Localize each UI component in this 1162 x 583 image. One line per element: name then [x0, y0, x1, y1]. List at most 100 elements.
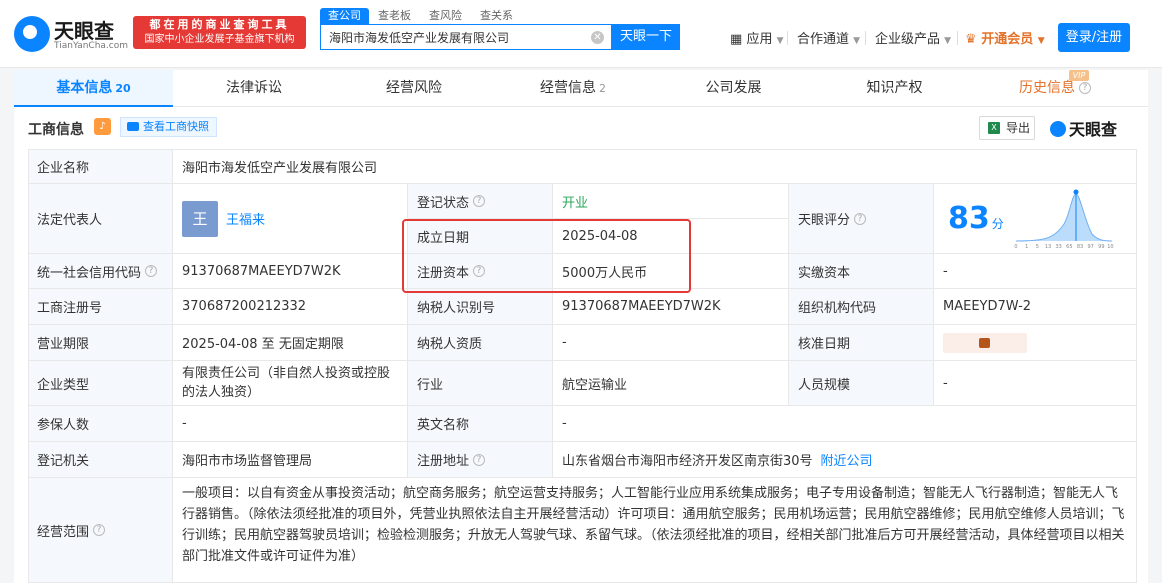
search-box: ✕: [320, 24, 612, 50]
label-approve-date: 核准日期: [789, 325, 934, 361]
section-tabs: 基本信息 20 法律诉讼 经营风险 经营信息 2 公司发展 知识产权 历史信息? V…: [14, 70, 1148, 107]
clear-icon[interactable]: ✕: [591, 31, 604, 44]
label-insured: 参保人数: [28, 406, 173, 442]
bell-icon[interactable]: ♪: [94, 118, 111, 135]
nav-vip[interactable]: ♛ 开通会员 ▼: [965, 28, 1045, 47]
nav-enterprise[interactable]: 企业级产品 ▼: [875, 28, 951, 47]
tab-label: 知识产权: [866, 80, 923, 96]
value-insured: -: [173, 406, 408, 442]
help-icon[interactable]: ?: [93, 524, 106, 536]
chart-tick-label: 33: [1055, 244, 1061, 249]
crown-icon: ♛: [965, 32, 977, 47]
nav-divider: [787, 31, 788, 45]
nav-enterprise-label: 企业级产品: [875, 32, 941, 47]
credit-label-text: 统一社会信用代码: [37, 265, 142, 281]
help-icon[interactable]: ?: [473, 195, 486, 207]
rating-score: 83: [948, 201, 990, 236]
chart-tick-label: 1: [1025, 244, 1028, 249]
tab-basic-info[interactable]: 基本信息 20: [14, 70, 173, 107]
highlight-box: [402, 219, 691, 293]
value-term: 2025-04-08 至 无固定期限: [173, 325, 408, 361]
help-icon[interactable]: ?: [473, 453, 486, 466]
value-staff-size: -: [934, 361, 1137, 406]
export-button[interactable]: X 导出: [979, 116, 1035, 140]
excel-icon: X: [988, 122, 1000, 134]
tab-label: 公司发展: [705, 80, 762, 96]
label-english-name: 英文名称: [408, 406, 553, 442]
locked-vip-field[interactable]: [943, 332, 1027, 353]
distribution-area: [1015, 193, 1112, 241]
value-approve-date: [934, 325, 1137, 361]
tab-risk[interactable]: 经营风险: [335, 70, 493, 107]
snapshot-button[interactable]: 查看工商快照: [120, 117, 217, 137]
search-tab-relation[interactable]: 查关系: [471, 8, 522, 24]
banner-line1: 都在用的商业查询工具: [149, 18, 290, 31]
tab-development[interactable]: 公司发展: [653, 70, 814, 107]
label-rating: 天眼评分?: [789, 184, 934, 254]
nav-apps[interactable]: ▦ 应用 ▼: [730, 28, 784, 47]
promo-banner[interactable]: 都在用的商业查询工具 国家中小企业发展子基金旗下机构: [133, 16, 306, 49]
nav-partner-label: 合作通道: [797, 32, 850, 47]
nav-vip-label: 开通会员: [981, 32, 1034, 47]
chevron-down-icon: ▼: [944, 36, 952, 46]
label-company-name: 企业名称: [28, 149, 173, 184]
chart-tick-label: 97: [1087, 244, 1093, 249]
section-title: 工商信息: [28, 122, 84, 138]
chart-tick-label: 5: [1036, 244, 1039, 249]
address-label-text: 注册地址: [417, 454, 470, 469]
logo-domain: TianYanCha.com: [54, 41, 129, 51]
chart-tick-label: 0: [1014, 244, 1017, 249]
value-company-name: 海阳市海发低空产业发展有限公司: [173, 149, 1137, 184]
search-button[interactable]: 天眼一下: [612, 24, 680, 50]
avatar[interactable]: 王: [182, 200, 218, 237]
help-icon[interactable]: ?: [854, 212, 867, 225]
value-scope: 一般项目：以自有资金从事投资活动；航空商务服务；航空运营支持服务；人工智能行业应…: [173, 478, 1137, 583]
rating-cell[interactable]: 83 分 0 1 5 13 33 65 83 97 99100: [934, 184, 1137, 254]
banner-line2: 国家中小企业发展子基金旗下机构: [144, 34, 295, 45]
value-reg-number: 370687200212332: [173, 289, 408, 325]
help-icon[interactable]: ?: [145, 265, 158, 277]
legal-rep-link[interactable]: 王福来: [226, 209, 265, 228]
tab-legal[interactable]: 法律诉讼: [173, 70, 335, 107]
eye-logo-icon: [14, 16, 50, 52]
label-authority: 登记机关: [28, 442, 173, 478]
nav-divider: [957, 31, 958, 45]
search-tab-boss[interactable]: 查老板: [369, 8, 420, 24]
search-tab-company[interactable]: 查公司: [320, 8, 369, 24]
status-label-text: 登记状态: [417, 195, 470, 211]
tab-ip[interactable]: 知识产权: [814, 70, 975, 107]
search-tab-risk[interactable]: 查风险: [420, 8, 471, 24]
value-paid-capital: -: [934, 254, 1137, 289]
rating-label-text: 天眼评分: [798, 213, 851, 228]
nav-divider: [865, 31, 866, 45]
scope-label-text: 经营范围: [37, 524, 90, 540]
vip-badge: VIP: [1069, 70, 1089, 81]
label-org-code: 组织机构代码: [789, 289, 934, 325]
eye-logo-icon: [1050, 121, 1066, 137]
camera-icon: [127, 122, 139, 131]
chevron-down-icon: ▼: [776, 36, 784, 46]
tab-label: 法律诉讼: [226, 80, 282, 96]
legal-rep-cell: 王 王福来: [173, 184, 408, 254]
tab-business[interactable]: 经营信息 2: [493, 70, 653, 107]
value-industry: 航空运输业: [553, 361, 789, 406]
nearby-companies-link[interactable]: 附近公司: [821, 450, 873, 469]
value-company-type: 有限责任公司（非自然人投资或控股的法人独资）: [173, 361, 408, 406]
value-tax-id: 91370687MAEEYD7W2K: [553, 289, 789, 325]
logo[interactable]: 天眼查 TianYanCha.com: [14, 14, 129, 54]
tab-count: 20: [115, 82, 131, 95]
login-button[interactable]: 登录/注册: [1058, 23, 1130, 52]
tab-history[interactable]: 历史信息?: [975, 70, 1135, 107]
nav-apps-label: 应用: [746, 32, 773, 47]
chart-tick-label: 83: [1077, 244, 1083, 249]
tab-label: 经营风险: [386, 80, 442, 96]
label-status: 登记状态?: [408, 184, 553, 219]
label-industry: 行业: [408, 361, 553, 406]
score-marker-dot: [1073, 189, 1079, 194]
search-input[interactable]: [321, 25, 581, 49]
label-address: 注册地址?: [408, 442, 553, 478]
chevron-down-icon: ▼: [853, 36, 861, 46]
business-info-table: 企业名称 海阳市海发低空产业发展有限公司 法定代表人 王 王福来 登记状态? 开…: [28, 149, 1137, 583]
nav-partner[interactable]: 合作通道 ▼: [797, 28, 860, 47]
value-org-code: MAEEYD7W-2: [934, 289, 1137, 325]
